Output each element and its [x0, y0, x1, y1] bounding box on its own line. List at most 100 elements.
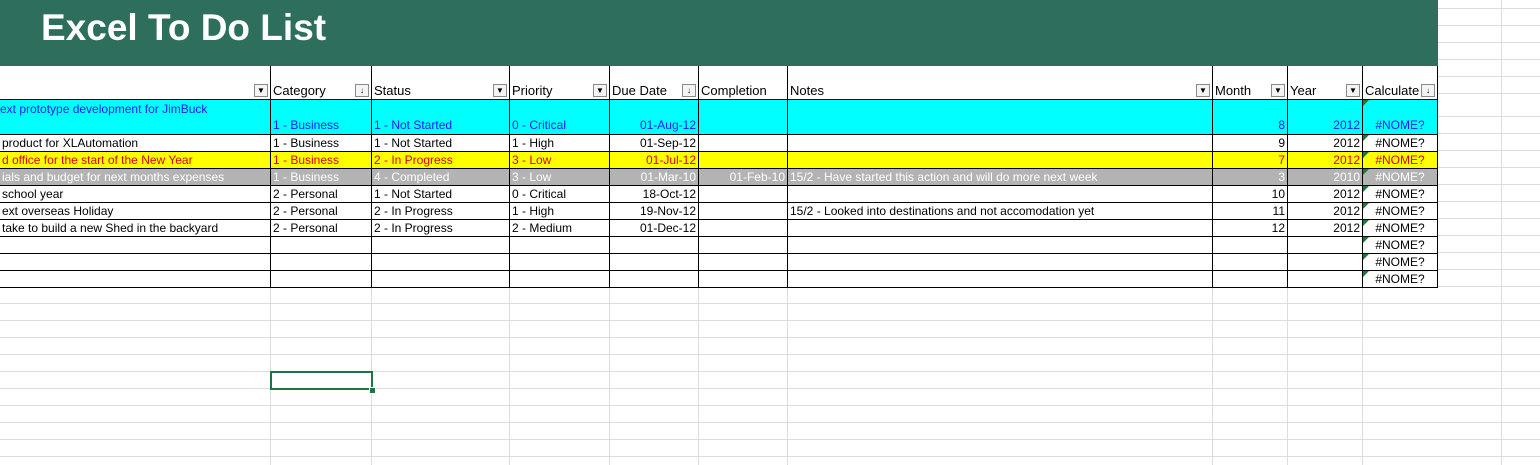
cell-calc[interactable]: #NOME?: [1363, 203, 1438, 220]
cell-status[interactable]: 2 - In Progress: [372, 220, 510, 237]
cell-notes[interactable]: [788, 220, 1213, 237]
cell-task[interactable]: ials and budget for next months expenses: [0, 169, 271, 186]
filter-dropdown-icon[interactable]: ▼: [254, 84, 268, 97]
cell-calc[interactable]: #NOME?: [1363, 237, 1438, 254]
header-task[interactable]: ▼: [0, 66, 271, 100]
cell-status[interactable]: 1 - Not Started: [372, 100, 510, 135]
cell-category[interactable]: [271, 254, 372, 271]
cell-calc[interactable]: #NOME?: [1363, 271, 1438, 288]
cell-notes[interactable]: 15/2 - Have started this action and will…: [788, 169, 1213, 186]
sheet-title[interactable]: Excel To Do List: [41, 6, 326, 50]
cell-year[interactable]: [1288, 237, 1363, 254]
cell-year[interactable]: 2012: [1288, 186, 1363, 203]
cell-status[interactable]: 1 - Not Started: [372, 186, 510, 203]
error-indicator-icon[interactable]: [1363, 220, 1369, 226]
cell-year[interactable]: 2012: [1288, 220, 1363, 237]
cell-task[interactable]: ext overseas Holiday: [0, 203, 271, 220]
error-indicator-icon[interactable]: [1363, 152, 1369, 158]
cell-month[interactable]: 11: [1213, 203, 1288, 220]
cell-notes[interactable]: 15/2 - Looked into destinations and not …: [788, 203, 1213, 220]
cell-month[interactable]: [1213, 271, 1288, 288]
cell-year[interactable]: 2012: [1288, 203, 1363, 220]
cell-month[interactable]: 12: [1213, 220, 1288, 237]
header-priority[interactable]: Priority ▼: [510, 66, 610, 100]
cell-task[interactable]: school year: [0, 186, 271, 203]
header-month[interactable]: Month ▼: [1213, 66, 1288, 100]
cell-due[interactable]: [610, 254, 699, 271]
cell-due[interactable]: 01-Dec-12: [610, 220, 699, 237]
cell-month[interactable]: 3: [1213, 169, 1288, 186]
header-notes[interactable]: Notes ▼: [788, 66, 1213, 100]
cell-notes[interactable]: [788, 152, 1213, 169]
filter-dropdown-icon[interactable]: ▼: [1196, 84, 1210, 97]
filter-dropdown-icon[interactable]: ▼: [1271, 84, 1285, 97]
filter-sort-icon[interactable]: ↓: [355, 84, 369, 97]
error-indicator-icon[interactable]: [1363, 271, 1369, 277]
cell-notes[interactable]: [788, 135, 1213, 152]
cell-priority[interactable]: 3 - Low: [510, 169, 610, 186]
cell-due[interactable]: 01-Jul-12: [610, 152, 699, 169]
cell-month[interactable]: 8: [1213, 100, 1288, 135]
error-indicator-icon[interactable]: [1363, 254, 1369, 260]
cell-completion[interactable]: [699, 186, 788, 203]
cell-priority[interactable]: [510, 254, 610, 271]
cell-notes[interactable]: [788, 254, 1213, 271]
cell-completion[interactable]: [699, 220, 788, 237]
cell-completion[interactable]: [699, 203, 788, 220]
error-indicator-icon[interactable]: [1363, 135, 1369, 141]
cell-completion[interactable]: [699, 135, 788, 152]
cell-status[interactable]: [372, 271, 510, 288]
cell-year[interactable]: [1288, 271, 1363, 288]
cell-year[interactable]: 2012: [1288, 152, 1363, 169]
cell-notes[interactable]: [788, 237, 1213, 254]
cell-category[interactable]: [271, 237, 372, 254]
cell-priority[interactable]: 2 - Medium: [510, 220, 610, 237]
cell-status[interactable]: 2 - In Progress: [372, 203, 510, 220]
cell-task[interactable]: d office for the start of the New Year: [0, 152, 271, 169]
cell-priority[interactable]: [510, 237, 610, 254]
cell-month[interactable]: 9: [1213, 135, 1288, 152]
cell-calc[interactable]: #NOME?: [1363, 254, 1438, 271]
filter-sort-icon[interactable]: ↓: [682, 84, 696, 97]
cell-year[interactable]: 2012: [1288, 135, 1363, 152]
cell-task[interactable]: product for XLAutomation: [0, 135, 271, 152]
cell-due[interactable]: [610, 237, 699, 254]
cell-priority[interactable]: 0 - Critical: [510, 186, 610, 203]
cell-task[interactable]: [0, 237, 271, 254]
header-year[interactable]: Year ▼: [1288, 66, 1363, 100]
cell-due[interactable]: 01-Mar-10: [610, 169, 699, 186]
error-indicator-icon[interactable]: [1363, 169, 1369, 175]
cell-calc[interactable]: #NOME?: [1363, 100, 1438, 135]
cell-category[interactable]: 2 - Personal: [271, 186, 372, 203]
header-category[interactable]: Category ↓: [271, 66, 372, 100]
cell-category[interactable]: 2 - Personal: [271, 220, 372, 237]
cell-completion[interactable]: 01-Feb-10: [699, 169, 788, 186]
cell-task[interactable]: take to build a new Shed in the backyard: [0, 220, 271, 237]
error-indicator-icon[interactable]: [1363, 186, 1369, 192]
cell-calc[interactable]: #NOME?: [1363, 186, 1438, 203]
error-indicator-icon[interactable]: [1363, 100, 1369, 106]
header-completion[interactable]: Completion: [699, 66, 788, 100]
cell-category[interactable]: 1 - Business: [271, 169, 372, 186]
filter-dropdown-icon[interactable]: ▼: [493, 84, 507, 97]
cell-task[interactable]: ext prototype development for JimBuck: [0, 100, 271, 135]
cell-due[interactable]: 01-Sep-12: [610, 135, 699, 152]
cell-status[interactable]: [372, 254, 510, 271]
cell-completion[interactable]: [699, 254, 788, 271]
cell-status[interactable]: [372, 237, 510, 254]
filter-dropdown-icon[interactable]: ▼: [593, 84, 607, 97]
cell-task[interactable]: [0, 271, 271, 288]
cell-month[interactable]: [1213, 254, 1288, 271]
cell-calc[interactable]: #NOME?: [1363, 220, 1438, 237]
cell-notes[interactable]: [788, 100, 1213, 135]
cell-status[interactable]: 4 - Completed: [372, 169, 510, 186]
cell-completion[interactable]: [699, 271, 788, 288]
cell-month[interactable]: 10: [1213, 186, 1288, 203]
cell-month[interactable]: 7: [1213, 152, 1288, 169]
cell-year[interactable]: 2010: [1288, 169, 1363, 186]
error-indicator-icon[interactable]: [1363, 237, 1369, 243]
error-indicator-icon[interactable]: [1363, 203, 1369, 209]
cell-category[interactable]: 1 - Business: [271, 100, 372, 135]
cell-category[interactable]: 1 - Business: [271, 152, 372, 169]
cell-due[interactable]: 19-Nov-12: [610, 203, 699, 220]
